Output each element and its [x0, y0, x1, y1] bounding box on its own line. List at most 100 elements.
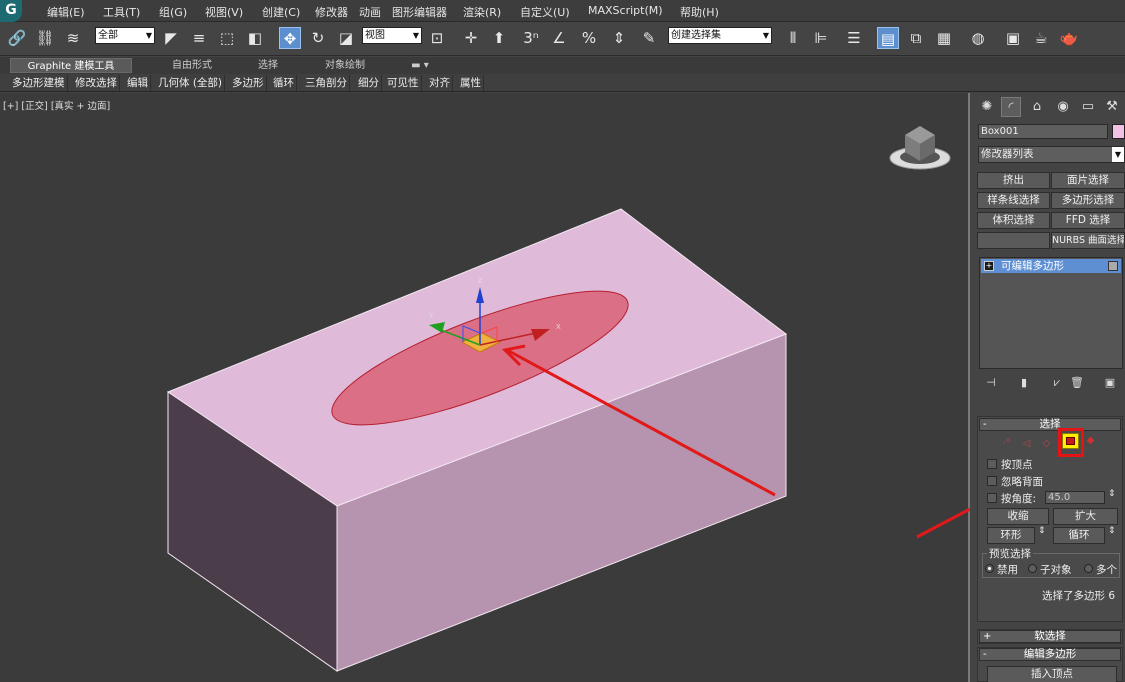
- bind-spacewarp-icon[interactable]: ≋: [62, 27, 84, 49]
- menu-help[interactable]: 帮助(H): [680, 4, 719, 20]
- scale-icon[interactable]: ◪: [335, 27, 357, 49]
- render-production-icon[interactable]: 🫖: [1058, 27, 1080, 49]
- stack-item-toggle[interactable]: [1108, 261, 1118, 271]
- menu-graph-editors[interactable]: 图形编辑器: [392, 4, 447, 20]
- preview-off-radio[interactable]: [985, 564, 994, 573]
- rect-selection-icon[interactable]: ⬚: [216, 27, 238, 49]
- menu-maxscript[interactable]: MAXScript(M): [588, 4, 663, 17]
- menu-modifiers[interactable]: 修改器: [315, 4, 348, 20]
- angle-threshold-input[interactable]: 45.0: [1045, 491, 1105, 504]
- modifier-vol-select-button[interactable]: 体积选择: [977, 212, 1050, 229]
- edit-polygons-header[interactable]: - 编辑多边形: [979, 648, 1121, 661]
- ring-spinner-icon[interactable]: ⇕: [1038, 526, 1046, 536]
- modifier-nurbs-select-button[interactable]: NURBS 曲面选择: [1051, 232, 1125, 249]
- make-unique-icon[interactable]: ⩗: [1049, 375, 1065, 391]
- remove-modifier-icon[interactable]: 🗑: [1069, 375, 1085, 391]
- modifier-poly-select-button[interactable]: 多边形选择: [1051, 192, 1125, 209]
- menu-tools[interactable]: 工具(T): [103, 4, 140, 20]
- material-editor-icon[interactable]: ◍: [967, 27, 989, 49]
- menu-edit[interactable]: 编辑(E): [47, 4, 85, 20]
- menu-customize[interactable]: 自定义(U): [520, 4, 570, 20]
- tab-graphite-modeling[interactable]: Graphite 建模工具: [10, 58, 132, 73]
- polygon-mode-icon[interactable]: [1062, 433, 1079, 449]
- border-mode-icon[interactable]: ◇: [1040, 437, 1053, 450]
- edge-mode-icon[interactable]: ◁: [1020, 437, 1033, 450]
- window-crossing-icon[interactable]: ◧: [244, 27, 266, 49]
- keyboard-shortcut-icon[interactable]: ⬆: [488, 27, 510, 49]
- vertex-mode-icon[interactable]: ·°: [1000, 437, 1013, 450]
- element-mode-icon[interactable]: ◆: [1084, 434, 1097, 447]
- snaps-toggle-icon[interactable]: 3ⁿ: [520, 27, 542, 49]
- unlink-icon[interactable]: ⛓: [34, 27, 56, 49]
- app-logo-icon[interactable]: G: [0, 0, 22, 22]
- ribbon-subdivision[interactable]: 细分: [356, 75, 382, 91]
- loop-spinner-icon[interactable]: ⇕: [1108, 526, 1116, 536]
- align-icon[interactable]: ⊫: [810, 27, 832, 49]
- ribbon-edit[interactable]: 编辑: [125, 75, 151, 91]
- tab-object-paint[interactable]: 对象绘制: [305, 58, 385, 73]
- tab-freeform[interactable]: 自由形式: [152, 58, 232, 73]
- ribbon-polygons[interactable]: 多边形: [230, 75, 267, 91]
- tab-selection[interactable]: 选择: [238, 58, 298, 73]
- rendered-frame-icon[interactable]: ☕: [1030, 27, 1052, 49]
- show-end-result-icon[interactable]: ▮: [1016, 375, 1032, 391]
- ribbon-geometry-all[interactable]: 几何体 (全部): [156, 75, 226, 91]
- pin-stack-icon[interactable]: ⊣: [983, 375, 999, 391]
- select-by-name-icon[interactable]: ≡: [188, 27, 210, 49]
- motion-tab-icon[interactable]: ◉: [1053, 97, 1073, 117]
- grow-button[interactable]: 扩大: [1053, 508, 1118, 525]
- ribbon-align[interactable]: 对齐: [427, 75, 453, 91]
- modifier-list-select[interactable]: 修改器列表 ▼: [978, 146, 1125, 163]
- stack-item-editable-poly[interactable]: + 可编辑多边形: [981, 259, 1121, 273]
- preview-multi-radio[interactable]: [1084, 564, 1093, 573]
- modifier-extrude-button[interactable]: 挤出: [977, 172, 1050, 189]
- selection-filter-select[interactable]: 全部 ▼: [95, 27, 155, 44]
- modifier-empty-button[interactable]: [977, 232, 1050, 249]
- ring-button[interactable]: 环形: [987, 527, 1035, 544]
- display-tab-icon[interactable]: ▭: [1078, 97, 1098, 117]
- render-setup-icon[interactable]: ▣: [1002, 27, 1024, 49]
- modifier-ffd-select-button[interactable]: FFD 选择: [1051, 212, 1125, 229]
- preview-subobject-radio[interactable]: [1028, 564, 1037, 573]
- rotate-icon[interactable]: ↻: [307, 27, 329, 49]
- spinner-snap-icon[interactable]: ⇕: [608, 27, 630, 49]
- object-name-field[interactable]: Box001: [978, 124, 1108, 139]
- move-icon[interactable]: ✥: [279, 27, 301, 49]
- layer-manager-icon[interactable]: ☰: [843, 27, 865, 49]
- edit-named-selection-icon[interactable]: ✎: [638, 27, 660, 49]
- percent-snap-icon[interactable]: %: [578, 27, 600, 49]
- insert-vertex-button[interactable]: 插入顶点: [987, 666, 1117, 682]
- expand-plus-icon[interactable]: +: [984, 261, 994, 271]
- mirror-icon[interactable]: ⫴: [782, 27, 804, 49]
- view-cube-icon[interactable]: [889, 126, 951, 170]
- pivot-center-icon[interactable]: ⊡: [426, 27, 448, 49]
- ribbon-properties[interactable]: 属性: [458, 75, 484, 91]
- ribbon-visibility[interactable]: 可见性: [385, 75, 422, 91]
- soft-selection-header[interactable]: + 软选择: [979, 630, 1121, 643]
- angle-spinner-icon[interactable]: ⇕: [1108, 489, 1116, 499]
- ignore-backfacing-checkbox[interactable]: [987, 476, 997, 486]
- perspective-viewport[interactable]: [+] [正交] [真实 + 边面] Z X Y: [0, 93, 970, 682]
- ribbon-tris[interactable]: 三角剖分: [303, 75, 350, 91]
- select-manipulate-icon[interactable]: ✛: [460, 27, 482, 49]
- reference-coordinate-select[interactable]: 视图 ▼: [362, 27, 422, 44]
- configure-modifier-sets-icon[interactable]: ▣: [1102, 375, 1118, 391]
- hierarchy-tab-icon[interactable]: ⌂: [1027, 97, 1047, 117]
- loop-button[interactable]: 循环: [1053, 527, 1105, 544]
- by-vertex-checkbox[interactable]: [987, 459, 997, 469]
- menu-create[interactable]: 创建(C): [262, 4, 300, 20]
- graphite-ribbon-icon[interactable]: ▤: [877, 27, 899, 49]
- menu-view[interactable]: 视图(V): [205, 4, 243, 20]
- schematic-view-icon[interactable]: ▦: [933, 27, 955, 49]
- utilities-tab-icon[interactable]: ⚒: [1102, 97, 1122, 117]
- modify-tab-icon[interactable]: ◜: [1001, 97, 1021, 117]
- modifier-patch-select-button[interactable]: 面片选择: [1051, 172, 1125, 189]
- ribbon-options-icon[interactable]: ▬ ▾: [405, 58, 435, 73]
- shrink-button[interactable]: 收缩: [987, 508, 1049, 525]
- object-color-swatch[interactable]: [1112, 124, 1125, 139]
- ribbon-modify-selection[interactable]: 修改选择: [73, 75, 120, 91]
- select-object-icon[interactable]: ◤: [160, 27, 182, 49]
- menu-rendering[interactable]: 渲染(R): [463, 4, 501, 20]
- selection-rollout-header[interactable]: - 选择: [979, 418, 1121, 431]
- modifier-spline-select-button[interactable]: 样条线选择: [977, 192, 1050, 209]
